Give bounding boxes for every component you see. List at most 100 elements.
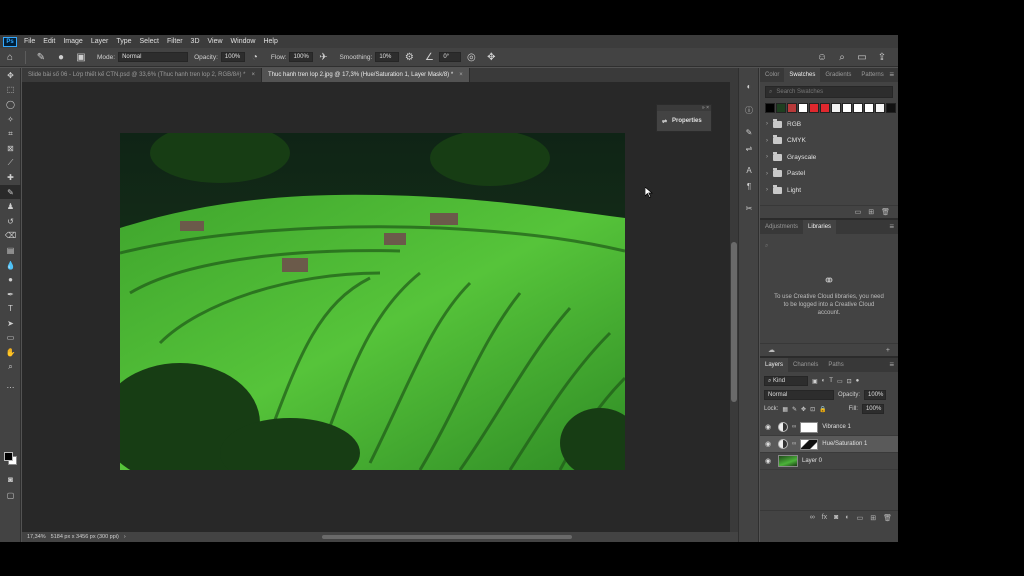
libraries-search[interactable]: ⌕ [765,240,893,252]
cloud-icon[interactable]: ☁ [768,346,775,354]
type-tool-icon[interactable]: T [0,302,21,317]
tab-document-1[interactable]: Slide bài số 06 - Lớp thiết kế CTN.psd @… [22,68,262,82]
foreground-color[interactable] [4,452,13,461]
menu-edit[interactable]: Edit [39,35,59,48]
adjustments-panel-icon[interactable]: ⇌ [739,140,759,156]
horizontal-scrollbar[interactable] [322,535,572,539]
info-panel-icon[interactable]: ⓘ [739,102,759,118]
tab-color[interactable]: Color [760,68,784,82]
new-adjustment-icon[interactable]: ◐ [845,514,849,521]
eye-icon[interactable]: ◉ [765,440,774,448]
swatch-folder-cmyk[interactable]: › CMYK [760,133,898,150]
link-layers-icon[interactable]: ∞ [810,514,815,521]
menu-type[interactable]: Type [112,35,135,48]
clone-stamp-tool-icon[interactable]: ♟ [0,199,21,214]
eraser-tool-icon[interactable]: ⌫ [0,229,21,244]
layer-opacity-field[interactable]: 100% [864,390,887,400]
swatches-search-input[interactable]: ⌕ Search Swatches [765,86,893,98]
layer-row-vibrance[interactable]: ◉ ∞ Vibrance 1 [760,419,898,436]
menu-view[interactable]: View [204,35,227,48]
scrollbar-thumb[interactable] [731,242,737,402]
eye-icon[interactable]: ◉ [765,457,774,465]
layer-style-icon[interactable]: fx [822,514,827,521]
dodge-tool-icon[interactable]: ● [0,272,21,287]
brush-tool-icon[interactable]: ✎ [34,50,48,64]
link-icon[interactable]: ∞ [792,424,796,430]
vertical-scrollbar[interactable] [730,82,738,532]
swatch-color[interactable] [798,103,808,113]
healing-brush-tool-icon[interactable]: ✚ [0,170,21,185]
path-selection-tool-icon[interactable]: ➤ [0,316,21,331]
tab-libraries[interactable]: Libraries [803,220,837,234]
add-icon[interactable]: + [886,347,890,354]
share-icon[interactable]: ⇪ [875,50,889,64]
trash-icon[interactable]: 🗑 [881,208,890,216]
panel-menu-icon[interactable]: ≡ [889,358,894,372]
marquee-tool-icon[interactable]: ⬚ [0,83,21,98]
menu-filter[interactable]: Filter [163,35,187,48]
rectangle-tool-icon[interactable]: ▭ [0,331,21,346]
menu-layer[interactable]: Layer [87,35,113,48]
layer-row-hue-saturation[interactable]: ◉ ∞ Hue/Saturation 1 [760,436,898,453]
canvas-image[interactable] [120,133,625,470]
color-panel-icon[interactable]: ◐ [739,78,759,94]
menu-file[interactable]: File [20,35,39,48]
swatch-color[interactable] [787,103,797,113]
swatch-folder-pastel[interactable]: › Pastel [760,166,898,183]
lock-all-icon[interactable]: 🔒 [819,406,826,413]
character-panel-icon[interactable]: A [739,162,759,178]
swatch-color[interactable] [842,103,852,113]
menu-window[interactable]: Window [227,35,260,48]
opacity-field[interactable]: 100% [220,52,245,62]
move-tool-icon[interactable]: ✥ [0,68,21,83]
layer-row-layer-0[interactable]: ◉ Layer 0 [760,453,898,470]
tools-panel-icon[interactable]: ✂ [739,200,759,216]
swatch-color[interactable] [831,103,841,113]
filter-smart-icon[interactable]: ⊡ [847,378,852,385]
menu-select[interactable]: Select [136,35,163,48]
new-layer-icon[interactable]: ⊞ [870,514,876,522]
filter-adjustment-icon[interactable]: ◐ [822,378,826,384]
gradient-tool-icon[interactable]: ▤ [0,243,21,258]
frame-tool-icon[interactable]: ⊠ [0,141,21,156]
zoom-tool-icon[interactable]: ⌕ [0,360,21,375]
swatch-folder-rgb[interactable]: › RGB [760,116,898,133]
filter-pixel-icon[interactable]: ▣ [812,378,818,385]
swatch-color[interactable] [853,103,863,113]
search-icon[interactable]: ⌕ [835,50,849,64]
menu-image[interactable]: Image [59,35,86,48]
blur-tool-icon[interactable]: 💧 [0,258,21,273]
lock-image-icon[interactable]: ✎ [792,406,797,413]
swatch-color[interactable] [875,103,885,113]
zoom-level[interactable]: 17,34% [27,534,46,540]
swatch-folder-light[interactable]: › Light [760,182,898,199]
quick-mask-icon[interactable]: ◙ [0,472,21,487]
menu-3d[interactable]: 3D [187,35,204,48]
home-icon[interactable]: ⌂ [3,50,17,64]
layer-mask-thumbnail[interactable] [800,421,819,433]
status-chevron-icon[interactable]: › [124,534,126,540]
workspace-icon[interactable]: ▭ [855,50,869,64]
close-icon[interactable]: × [459,72,463,78]
lock-artboard-icon[interactable]: ⊡ [810,406,815,413]
mode-select[interactable]: Normal [118,52,189,62]
crop-tool-icon[interactable]: ⌗ [0,126,21,141]
tab-document-2[interactable]: Thuc hanh tren lop 2.jpg @ 17,3% (Hue/Sa… [261,68,470,82]
color-picker-swatches[interactable] [4,452,18,466]
panel-menu-icon[interactable]: ≡ [889,68,894,82]
filter-shape-icon[interactable]: ▭ [837,378,843,385]
new-group-icon[interactable]: ▭ [857,514,864,522]
share-user-icon[interactable]: ☺ [815,50,829,64]
tab-swatches[interactable]: Swatches [784,68,821,82]
paragraph-panel-icon[interactable]: ¶ [739,178,759,194]
trash-icon[interactable]: 🗑 [883,514,892,522]
swatch-color[interactable] [776,103,786,113]
layer-fill-field[interactable]: 100% [861,404,884,414]
tab-patterns[interactable]: Patterns [856,68,888,82]
angle-field[interactable]: 0° [439,52,462,62]
symmetry-icon[interactable]: ✥ [484,50,498,64]
layer-name[interactable]: Hue/Saturation 1 [822,441,867,447]
history-brush-tool-icon[interactable]: ↺ [0,214,21,229]
lock-position-icon[interactable]: ✥ [801,406,806,413]
hand-tool-icon[interactable]: ✋ [0,345,21,360]
